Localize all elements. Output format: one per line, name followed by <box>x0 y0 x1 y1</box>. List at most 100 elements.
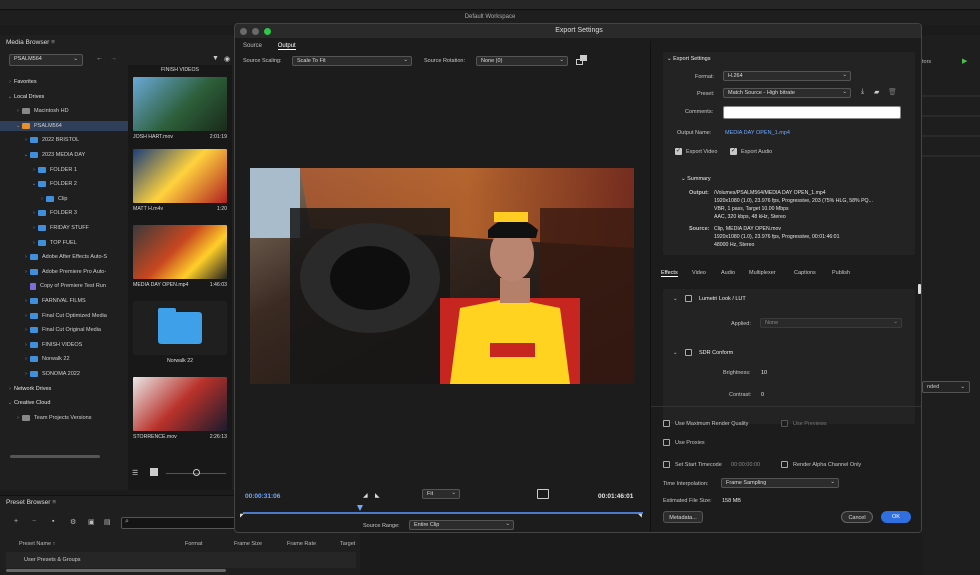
tab-multiplexer[interactable]: Multiplexer <box>749 270 776 276</box>
settings-icon[interactable]: ⚙ <box>70 518 76 526</box>
sidebar-item-network-drives[interactable]: › Network Drives <box>0 384 128 394</box>
export-video-checkbox[interactable] <box>675 147 682 155</box>
column-target[interactable]: Target <box>340 541 355 547</box>
metadata-button[interactable]: Metadata... <box>663 511 703 523</box>
zoom-window-button[interactable] <box>264 28 271 35</box>
tab-captions[interactable]: Captions <box>794 270 816 276</box>
column-format[interactable]: Format <box>185 541 202 547</box>
render-alpha-checkbox[interactable] <box>781 461 788 468</box>
sidebar-item-adobe-after-effects-auto-s[interactable]: › Adobe After Effects Auto-S <box>0 252 128 262</box>
sidebar-item-final-cut-optimized-media[interactable]: › Final Cut Optimized Media <box>0 311 128 321</box>
column-frame-rate[interactable]: Frame Rate <box>287 541 316 547</box>
sidebar-item-friday-stuff[interactable]: › FRIDAY STUFF <box>0 223 128 233</box>
preset-select[interactable]: Match Source - High bitrate ⌄ <box>723 88 851 98</box>
sidebar-item-psalm564[interactable]: ⌄ PSALM564 <box>0 120 128 131</box>
import-icon[interactable]: ▣ <box>88 518 95 526</box>
export-audio-checkbox[interactable] <box>730 147 737 155</box>
lumetri-toggle[interactable]: ⌄ <box>673 296 678 302</box>
export-icon[interactable]: ▤ <box>104 518 111 526</box>
preset-search-input[interactable]: ⌕ <box>121 517 241 529</box>
chevron-right-icon[interactable]: › <box>6 386 14 392</box>
range-out-handle[interactable]: ◥ <box>638 513 642 519</box>
sidebar-item-team-projects-versions[interactable]: › Team Projects Versions <box>0 413 128 423</box>
sidebar-item-2022-bristol[interactable]: › 2022 BRISTOL <box>0 135 128 145</box>
tab-video[interactable]: Video <box>692 270 706 276</box>
use-proxies-checkbox[interactable] <box>663 439 670 446</box>
chevron-down-icon[interactable]: ⌄ <box>30 181 38 187</box>
play-icon[interactable]: ▶ <box>962 57 967 65</box>
device-select[interactable]: PSALM564 ⌄ <box>9 54 83 66</box>
ok-button[interactable]: OK <box>881 511 911 523</box>
minimize-window-button[interactable] <box>252 28 259 35</box>
chevron-right-icon[interactable]: › <box>30 210 38 216</box>
crop-icon[interactable] <box>576 55 587 66</box>
chevron-right-icon[interactable]: › <box>22 356 30 362</box>
right-panel-dropdown[interactable]: nded ⌄ <box>922 381 970 393</box>
chevron-right-icon[interactable]: › <box>22 137 30 143</box>
back-arrow-icon[interactable]: ← <box>96 55 103 62</box>
use-previews-checkbox[interactable] <box>781 420 788 427</box>
tab-audio[interactable]: Audio <box>721 270 735 276</box>
sdr-checkbox[interactable] <box>685 349 692 356</box>
group-icon[interactable]: ▪ <box>52 518 54 525</box>
delete-preset-icon[interactable]: 🗑 <box>888 88 897 96</box>
chevron-right-icon[interactable]: › <box>30 225 38 231</box>
effects-scrollbar[interactable] <box>918 284 921 294</box>
lumetri-checkbox[interactable] <box>685 295 692 302</box>
source-range-select[interactable]: Entire Clip ⌄ <box>409 520 514 530</box>
sidebar-item-copy-of-premiere-test-run[interactable]: Copy of Premiere Test Run <box>0 281 128 291</box>
forward-arrow-icon[interactable]: → <box>110 55 117 62</box>
thumbnail-storrence[interactable]: STORRENCE.mov 2:26:13 <box>133 377 227 440</box>
chevron-down-icon[interactable]: ⌄ <box>22 152 30 158</box>
import-preset-icon[interactable]: ▰ <box>874 88 879 96</box>
chevron-right-icon[interactable]: › <box>22 298 30 304</box>
mark-in-icon[interactable]: ◢ <box>363 492 368 499</box>
sidebar-item-macintosh-hd[interactable]: › Macintosh HD <box>0 106 128 116</box>
export-settings-header[interactable]: ⌄ Export Settings <box>667 56 710 62</box>
sidebar-item-sonoma-2022[interactable]: › SONOMA 2022 <box>0 369 128 379</box>
sidebar-item-finish-videos[interactable]: › FINISH VIDEOS <box>0 340 128 350</box>
chevron-right-icon[interactable]: › <box>14 108 22 114</box>
contrast-value[interactable]: 0 <box>761 392 764 398</box>
cancel-button[interactable]: Cancel <box>841 511 873 523</box>
applied-select[interactable]: None ⌄ <box>760 318 902 328</box>
source-rotation-select[interactable]: None (0) ⌄ <box>476 56 568 66</box>
sidebar-item-adobe-premiere-pro-auto[interactable]: › Adobe Premiere Pro Auto- <box>0 267 128 277</box>
filter-icon[interactable]: ▼ <box>212 55 219 62</box>
zoom-slider-handle[interactable] <box>193 469 200 476</box>
video-preview[interactable] <box>250 168 634 384</box>
column-frame-size[interactable]: Frame Size <box>234 541 262 547</box>
chevron-right-icon[interactable]: › <box>38 196 46 202</box>
aspect-icon[interactable] <box>537 489 549 499</box>
chevron-right-icon[interactable]: › <box>22 327 30 333</box>
start-timecode-value[interactable]: 00:00:00:00 <box>731 462 760 468</box>
output-name-link[interactable]: MEDIA DAY OPEN_1.mp4 <box>725 130 790 136</box>
playhead[interactable] <box>357 505 363 511</box>
mark-out-icon[interactable]: ◣ <box>375 492 380 499</box>
chevron-right-icon[interactable]: › <box>22 269 30 275</box>
save-preset-icon[interactable]: ⤓ <box>861 88 864 96</box>
start-timecode-checkbox[interactable] <box>663 461 670 468</box>
sidebar-item-clip[interactable]: › Clip <box>0 194 128 204</box>
source-scaling-select[interactable]: Scale To Fit ⌄ <box>292 56 412 66</box>
thumbnail-view-icon[interactable] <box>150 468 158 476</box>
add-preset-icon[interactable]: + <box>14 518 18 525</box>
sidebar-item-farnival-films[interactable]: › FARNIVAL FILMS <box>0 296 128 306</box>
chevron-right-icon[interactable]: › <box>30 167 38 173</box>
sidebar-item-2023-media-day[interactable]: ⌄ 2023 MEDIA DAY <box>0 150 128 160</box>
tab-publish[interactable]: Publish <box>832 270 850 276</box>
tree-scrollbar[interactable] <box>10 455 100 458</box>
chevron-right-icon[interactable]: › <box>22 254 30 260</box>
sidebar-item-favorites[interactable]: › Favorites <box>0 77 128 87</box>
zoom-fit-select[interactable]: Fit ⌄ <box>422 489 460 499</box>
view-icon[interactable]: ◉ <box>224 55 230 63</box>
range-in-handle[interactable]: ◤ <box>240 513 244 519</box>
sidebar-item-final-cut-original-media[interactable]: › Final Cut Original Media <box>0 325 128 335</box>
tab-output[interactable]: Output <box>277 43 296 50</box>
column-preset-name[interactable]: Preset Name ↑ <box>19 541 55 547</box>
chevron-right-icon[interactable]: › <box>6 79 14 85</box>
brightness-value[interactable]: 10 <box>761 370 767 376</box>
sidebar-item-norwalk-22[interactable]: › Norwalk 22 <box>0 354 128 364</box>
thumbnail-media-day-open[interactable]: MEDIA DAY OPEN.mp4 1:46:03 <box>133 225 227 288</box>
comments-input[interactable] <box>723 106 901 119</box>
